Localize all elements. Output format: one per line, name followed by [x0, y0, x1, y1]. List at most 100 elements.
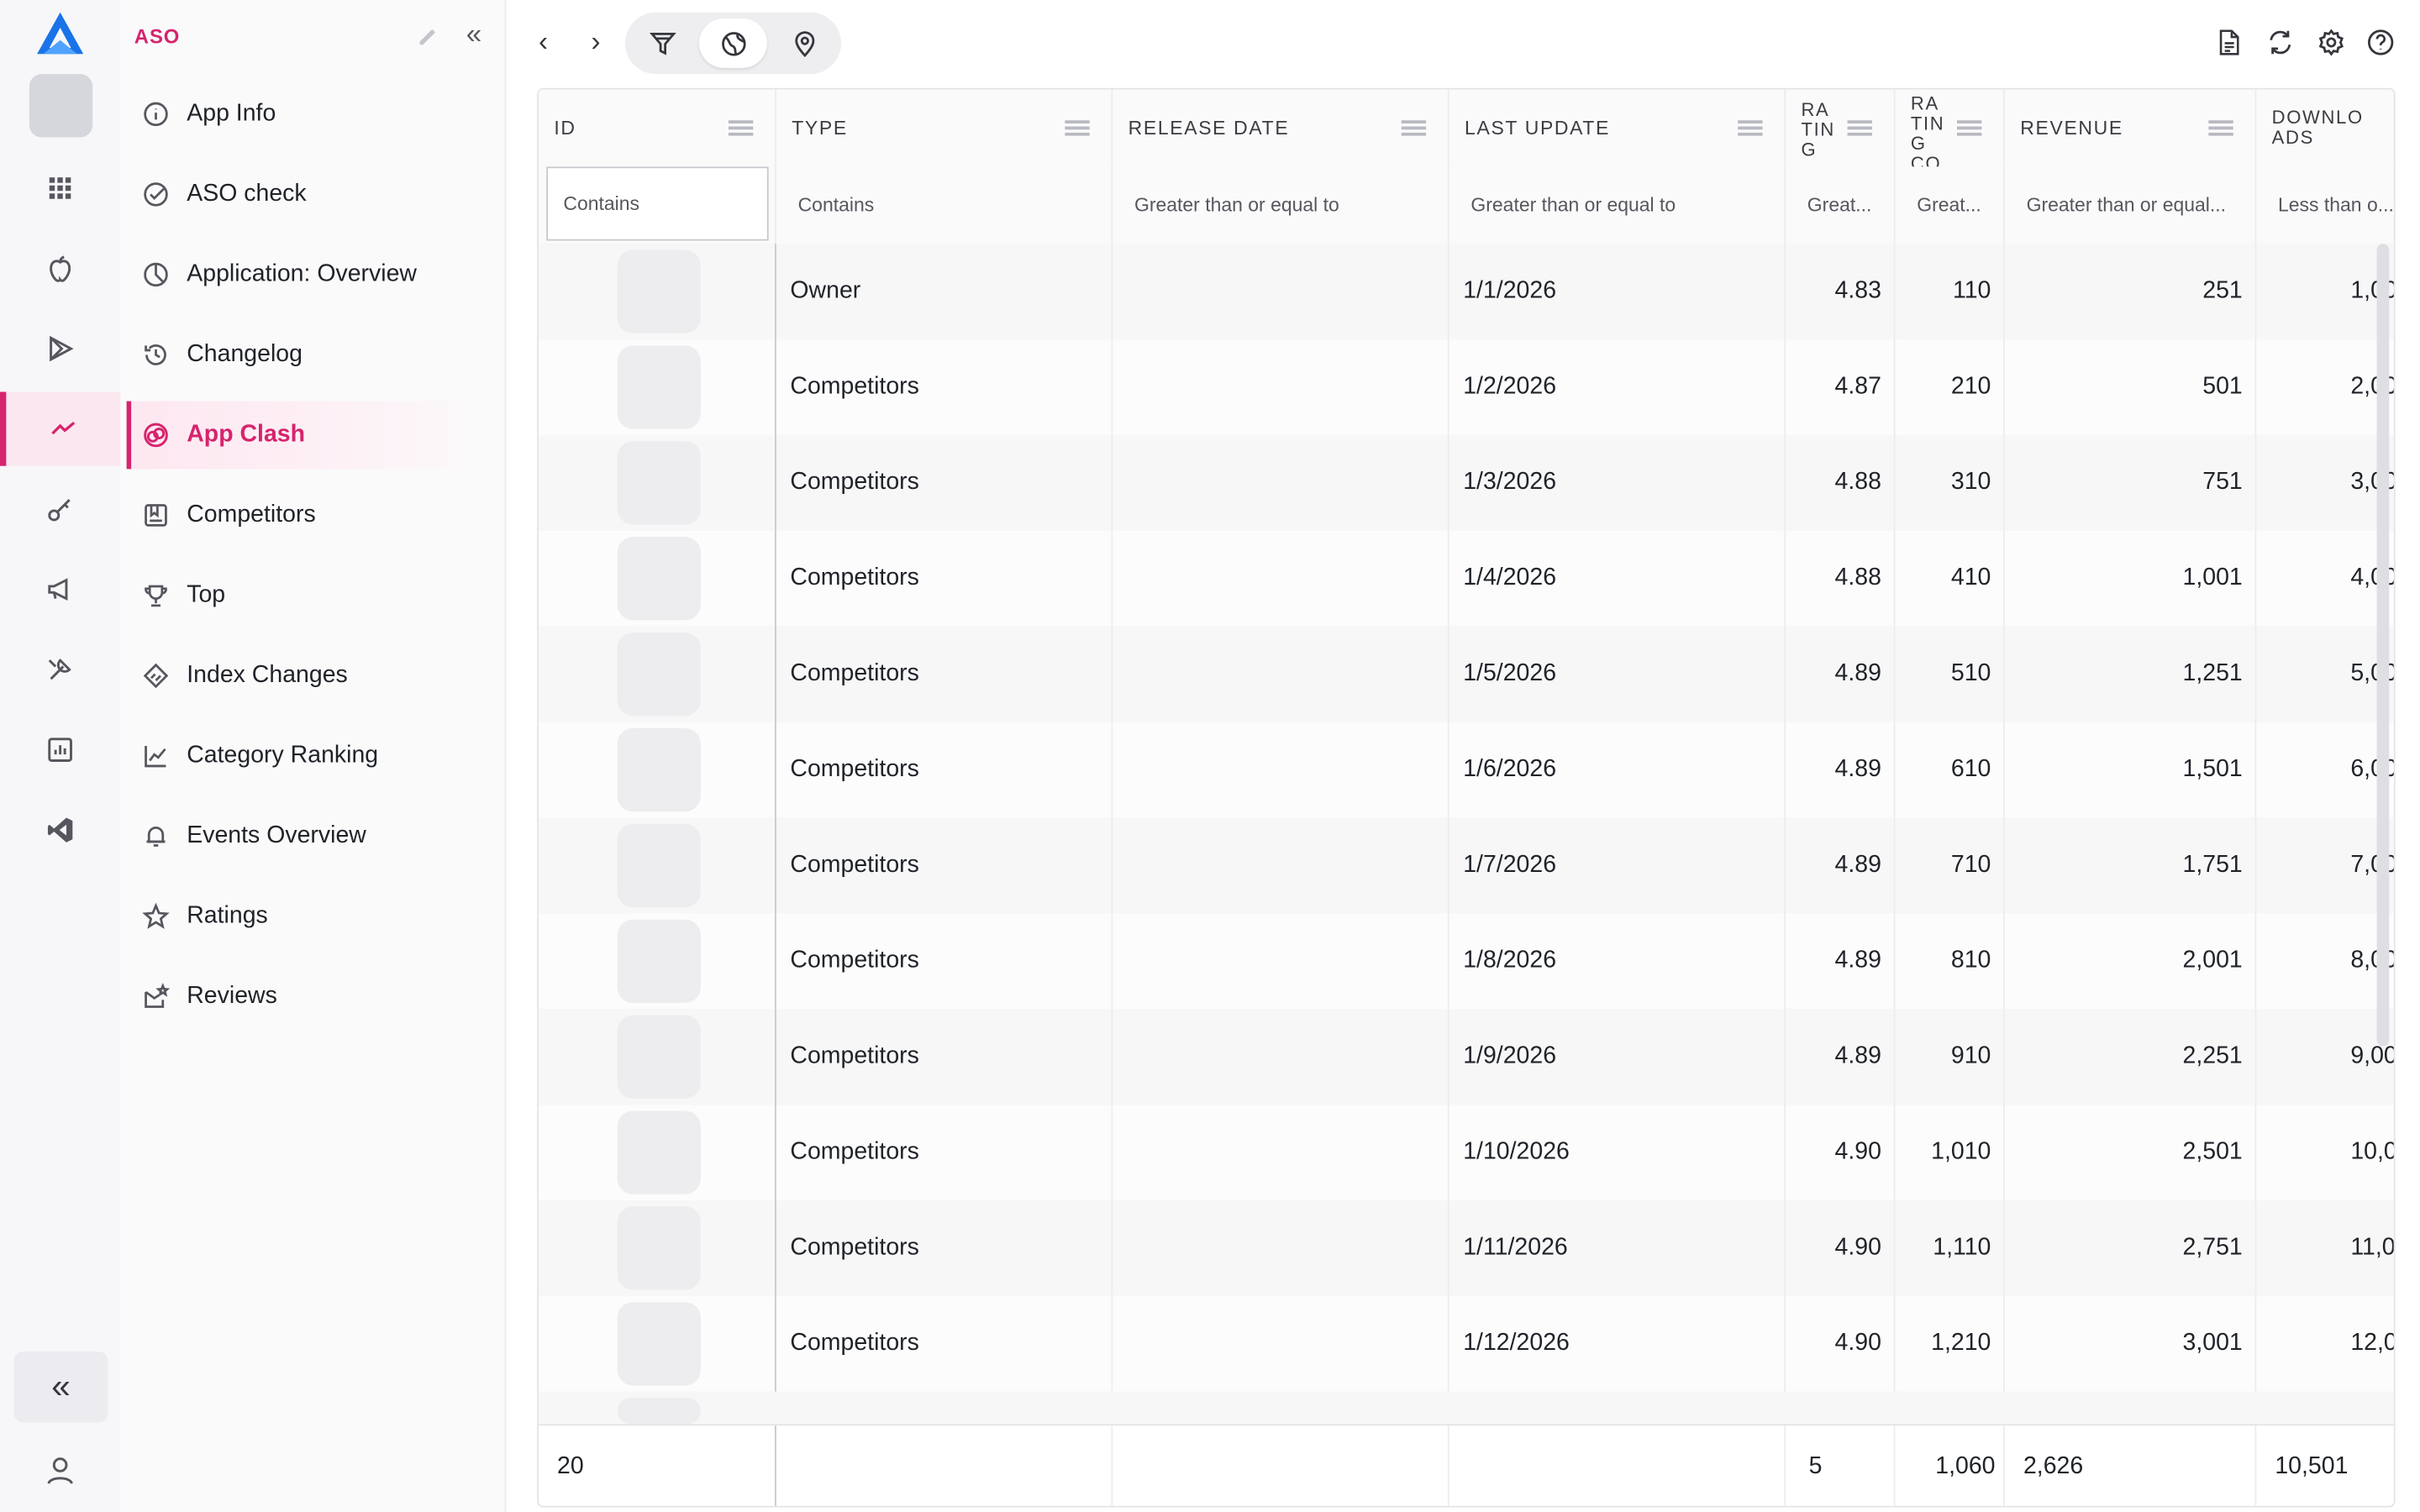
app-icon-placeholder[interactable] [617, 249, 701, 333]
table-row[interactable]: Competitors 1/10/20264.901,0102,501 10,00 [539, 1105, 2394, 1202]
tools-icon[interactable] [0, 633, 120, 706]
pencil-icon[interactable] [417, 24, 440, 48]
sidebar-item-label: App Info [187, 100, 276, 127]
sidebar-item-competitors[interactable]: Competitors [127, 481, 485, 549]
app-icon-placeholder[interactable] [617, 1206, 701, 1290]
filter-input-revenue[interactable]: Greater than or equal... [2005, 166, 2257, 244]
app-icon-placeholder[interactable] [617, 727, 701, 812]
location-toggle[interactable] [771, 18, 839, 68]
app-icon-placeholder[interactable] [617, 633, 701, 717]
sidebar-item-ratings[interactable]: Ratings [127, 883, 485, 951]
table-row[interactable]: Competitors 1/6/2026 4.89 610 1,501 6,00 [539, 722, 2394, 820]
table-row[interactable]: Competitors 1/5/2026 4.89 510 1,251 5,00 [539, 626, 2394, 724]
app-icon-placeholder[interactable] [617, 823, 701, 907]
grid-icon[interactable] [0, 151, 120, 225]
sidebar-item-app-clash[interactable]: App Clash [126, 401, 490, 470]
filter-input-downloads[interactable]: Less than o... [2256, 166, 2394, 244]
filter-toggle[interactable] [629, 18, 697, 68]
app-logo-icon[interactable] [34, 9, 86, 59]
table-row[interactable]: Competitors 1/8/2026 4.89 810 2,001 8,00 [539, 913, 2394, 1011]
table-row[interactable] [539, 1391, 2394, 1426]
back-button[interactable]: ‹ [539, 26, 548, 59]
table-row[interactable]: Competitors 1/4/2026 4.88 410 1,001 4,00 [539, 530, 2394, 628]
sidebar-item-reviews[interactable]: Reviews [127, 963, 485, 1031]
globe-toggle[interactable] [699, 18, 767, 68]
sidebar-item-app-info[interactable]: App Info [127, 81, 485, 149]
table-row[interactable]: Competitors 1/2/2026 4.87 210 501 2,00 [539, 339, 2394, 437]
column-header-release-date[interactable]: RELEASE DATE [1113, 89, 1449, 167]
megaphone-icon[interactable] [0, 553, 120, 627]
forward-button[interactable]: › [591, 26, 600, 59]
column-header-last-update[interactable]: LAST UPDATE [1449, 89, 1786, 167]
table-row[interactable]: Owner 1/1/2026 4.83 110 251 1,00 [539, 244, 2394, 341]
cell-type: Competitors [776, 530, 1113, 627]
app-icon-placeholder[interactable] [617, 919, 701, 1003]
app-icon-placeholder[interactable] [617, 537, 701, 621]
grid-footer-row: 20 5 1,060 2,626 10,501 [539, 1424, 2394, 1506]
key-icon[interactable] [0, 472, 120, 546]
column-menu-icon[interactable] [2208, 120, 2233, 135]
help-icon[interactable] [2366, 28, 2396, 57]
column-menu-icon[interactable] [1738, 120, 1763, 135]
filter-input-rating-count[interactable]: Great... [1896, 166, 2005, 244]
app-icon-placeholder[interactable] [617, 1015, 701, 1099]
column-header-revenue[interactable]: REVENUE [2005, 89, 2257, 167]
filter-input-type[interactable]: Contains [776, 166, 1113, 244]
cell-rating-count: 1,010 [1896, 1105, 2005, 1200]
sidebar-item-category-ranking[interactable]: Category Ranking [127, 722, 485, 790]
bar-chart-icon[interactable] [0, 713, 120, 787]
table-row[interactable]: Competitors 1/3/2026 4.88 310 751 3,00 [539, 434, 2394, 533]
filter-input-id[interactable]: Contains [546, 166, 769, 241]
column-menu-icon[interactable] [1065, 120, 1090, 135]
sidebar-item-changelog[interactable]: Changelog [127, 321, 485, 389]
cell-release-date [1113, 913, 1449, 1010]
cell-release-date [1113, 1295, 1449, 1392]
filter-input-rating[interactable]: Great... [1786, 166, 1896, 244]
column-menu-icon[interactable] [728, 120, 754, 135]
export-csv-icon[interactable] [2215, 28, 2244, 57]
app-icon-placeholder[interactable] [617, 345, 701, 429]
refresh-icon[interactable] [2265, 28, 2295, 57]
sidebar-item-aso-check[interactable]: ASO check [127, 160, 485, 228]
cell-downloads: 7,00 [2350, 851, 2394, 879]
app-icon-placeholder[interactable] [617, 1302, 701, 1386]
app-icon-placeholder[interactable] [617, 441, 701, 525]
column-header-type[interactable]: TYPE [776, 89, 1113, 167]
cell-id [539, 1105, 776, 1200]
sidebar-item-top[interactable]: Top [127, 562, 485, 630]
cell-type: Competitors [776, 339, 1113, 435]
cell-rating: 4.89 [1786, 1009, 1896, 1105]
app-icon-placeholder[interactable] [617, 1398, 701, 1425]
apple-icon[interactable] [0, 232, 120, 306]
cell-rating: 4.88 [1786, 530, 1896, 627]
cell-rating: 4.90 [1786, 1200, 1896, 1296]
collapse-sidebar-button[interactable]: « [466, 18, 481, 51]
column-header-downloads[interactable]: DOWNLO ADS [2256, 90, 2393, 167]
table-row[interactable]: Competitors 1/11/20264.901,1102,751 11,00 [539, 1200, 2394, 1298]
table-row[interactable]: Competitors 1/7/2026 4.89 710 1,751 7,00 [539, 817, 2394, 916]
user-icon[interactable] [43, 1453, 76, 1487]
vertical-scrollbar[interactable] [2376, 244, 2390, 1047]
cell-release-date [1113, 722, 1449, 818]
table-row[interactable]: Competitors 1/12/20264.901,2103,001 12,00 [539, 1295, 2394, 1394]
sidebar-item-application-overview[interactable]: Application: Overview [127, 241, 485, 309]
gear-icon[interactable] [2317, 28, 2346, 57]
column-header-id[interactable]: ID [539, 89, 776, 167]
filter-input-release-date[interactable]: Greater than or equal to [1113, 166, 1449, 244]
column-header-rating-count[interactable]: RA TIN G CO [1896, 89, 2005, 167]
cell-rating-count: 1,110 [1896, 1200, 2005, 1296]
sidebar-item-index-changes[interactable]: Index Changes [127, 642, 485, 710]
vscode-icon[interactable] [0, 793, 120, 867]
column-header-rating[interactable]: RA TIN G [1786, 89, 1896, 167]
table-row[interactable]: Competitors 1/9/2026 4.89 910 2,251 9,00 [539, 1009, 2394, 1106]
filter-input-last-update[interactable]: Greater than or equal to [1449, 166, 1786, 244]
google-play-icon[interactable] [0, 312, 120, 386]
column-menu-icon[interactable] [1956, 120, 1982, 135]
sidebar-item-events-overview[interactable]: Events Overview [127, 802, 485, 870]
app-icon-placeholder[interactable] [617, 1110, 701, 1194]
collapse-rail-button[interactable]: « [13, 1351, 108, 1423]
trend-icon[interactable] [0, 391, 121, 466]
column-menu-icon[interactable] [1401, 120, 1427, 135]
column-menu-icon[interactable] [1847, 120, 1872, 135]
app-avatar[interactable] [29, 74, 93, 138]
